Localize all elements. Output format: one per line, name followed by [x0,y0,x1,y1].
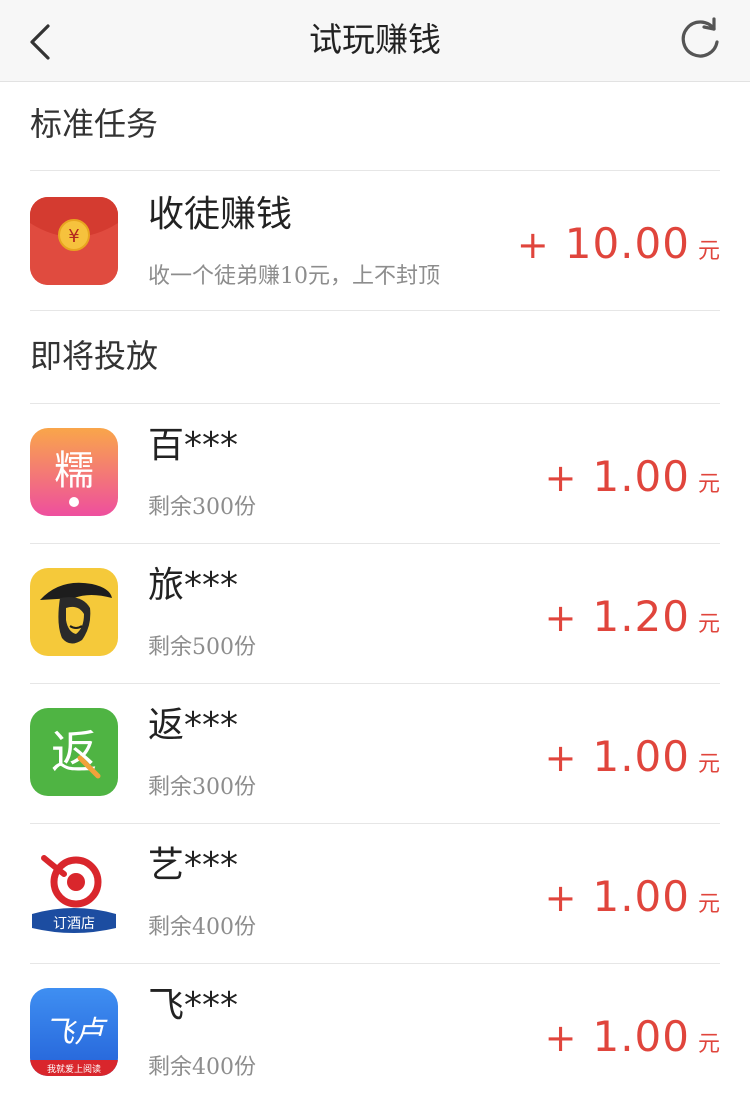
task-remaining: 剩余500份 [148,635,256,660]
task-name: 百*** [148,425,239,466]
reward-amount: +1.00 元 [545,732,720,781]
reward-plus: + [544,596,577,640]
task-row[interactable]: 订酒店 艺*** 剩余400份 +1.00 元 [0,824,750,964]
reward-plus: + [544,1016,577,1060]
feilu-reader-app-icon: 飞卢 我就爱上阅读 [30,988,118,1076]
task-row[interactable]: 旅*** 剩余500份 +1.20 元 [0,544,750,684]
reward-amount: +1.00 元 [545,872,720,921]
reward-unit: 元 [697,612,720,637]
reward-unit: 元 [697,239,720,264]
task-remaining: 剩余400份 [148,1055,256,1080]
elong-hotel-app-icon: 订酒店 [30,848,118,936]
task-name: 艺*** [148,845,239,886]
reward-value: 1.00 [592,1012,690,1061]
task-row[interactable]: 返 返*** 剩余300份 +1.00 元 [0,684,750,824]
reward-value: 1.00 [592,872,690,921]
reward-plus: + [544,876,577,920]
feilu-icon-subtext: 我就爱上阅读 [47,1063,101,1075]
page-title: 试玩赚钱 [309,20,441,59]
elong-icon-text: 订酒店 [53,916,95,932]
nuomi-icon-text: 糯 [54,448,94,494]
reward-value: 1.00 [592,452,690,501]
task-name: 收徒赚钱 [148,194,293,235]
svg-text:¥: ¥ [68,226,79,247]
reward-plus: + [544,736,577,780]
task-name: 飞*** [148,985,239,1026]
reward-plus: + [544,456,577,500]
task-remaining: 剩余300份 [148,775,256,800]
musketeer-app-icon [30,568,118,656]
section-title-upcoming: 即将投放 [30,337,159,375]
reward-amount: +1.00 元 [545,1012,720,1061]
divider [30,310,720,311]
reward-unit: 元 [697,752,720,777]
reward-value: 10.00 [564,219,690,268]
reward-unit: 元 [697,1032,720,1057]
task-row[interactable]: 飞卢 我就爱上阅读 飞*** 剩余400份 +1.00 元 [0,964,750,1094]
nav-bar: 试玩赚钱 [0,0,750,82]
task-desc: 收一个徒弟赚10元，上不封顶 [148,264,440,289]
section-title-standard: 标准任务 [30,105,159,143]
reward-value: 1.00 [592,732,690,781]
feilu-icon-text: 飞卢 [44,1015,108,1050]
task-remaining: 剩余300份 [148,495,256,520]
reward-amount: +1.20 元 [545,592,720,641]
reward-value: 1.20 [592,592,690,641]
reward-amount: +1.00 元 [545,452,720,501]
task-name: 旅*** [148,565,239,606]
red-envelope-icon: ¥ [30,197,118,285]
reward-unit: 元 [697,472,720,497]
reward-unit: 元 [697,892,720,917]
task-name: 返*** [148,705,239,746]
rebate-app-icon: 返 [30,708,118,796]
task-row-recruit[interactable]: ¥ 收徒赚钱 收一个徒弟赚10元，上不封顶 +10.00 元 [0,171,750,311]
refresh-icon[interactable] [676,16,724,64]
reward-plus: + [516,223,549,267]
task-row[interactable]: 糯 百*** 剩余300份 +1.00 元 [0,404,750,544]
reward-amount: +10.00 元 [517,219,720,268]
nuomi-app-icon: 糯 [30,428,118,516]
task-remaining: 剩余400份 [148,915,256,940]
